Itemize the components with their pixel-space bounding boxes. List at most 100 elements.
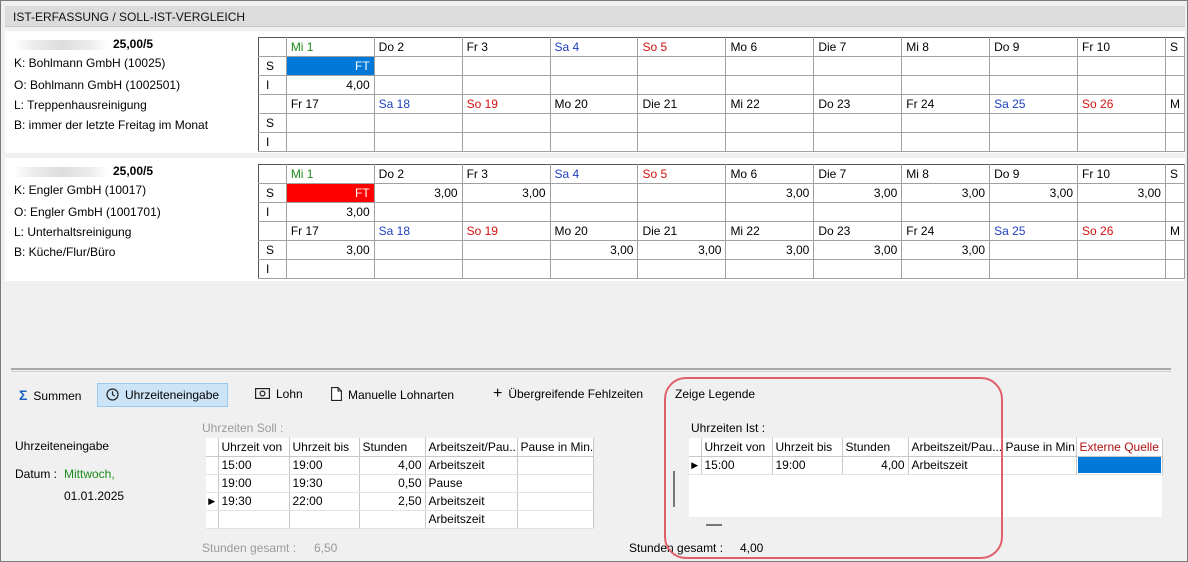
column-header[interactable]: Uhrzeit bis bbox=[289, 438, 360, 457]
schedule-cell[interactable]: 3,00 bbox=[461, 183, 551, 203]
table-cell[interactable]: Pause bbox=[425, 474, 518, 493]
tab-uebergreifende-fehlzeiten[interactable]: + Übergreifende Fehlzeiten bbox=[485, 383, 651, 407]
table-cell[interactable]: Arbeitszeit bbox=[425, 510, 518, 529]
schedule-cell[interactable] bbox=[1164, 132, 1185, 152]
schedule-cell[interactable] bbox=[989, 113, 1079, 133]
schedule-cell[interactable]: 3,00 bbox=[725, 183, 815, 203]
schedule-cell[interactable] bbox=[373, 202, 463, 222]
schedule-cell[interactable] bbox=[637, 56, 727, 76]
tab-summen[interactable]: Σ Summen bbox=[11, 383, 89, 407]
table-cell[interactable]: 19:00 bbox=[218, 474, 290, 493]
column-header[interactable]: Externe Quelle bbox=[1076, 438, 1163, 457]
schedule-cell[interactable] bbox=[989, 259, 1079, 279]
table-cell[interactable] bbox=[1002, 456, 1077, 475]
table-cell[interactable]: 15:00 bbox=[218, 456, 290, 475]
table-row[interactable]: ▶ 19:30 22:00 2,50 Arbeitszeit bbox=[206, 492, 594, 511]
schedule-cell[interactable] bbox=[1077, 240, 1166, 260]
column-header[interactable]: Stunden bbox=[842, 438, 909, 457]
schedule-cell[interactable] bbox=[285, 259, 375, 279]
table-cell[interactable]: 0,50 bbox=[359, 474, 426, 493]
show-legend-button[interactable]: Zeige Legende bbox=[667, 383, 763, 407]
vertical-scrollbar[interactable] bbox=[673, 471, 675, 507]
schedule-cell[interactable] bbox=[373, 75, 463, 95]
schedule-cell[interactable]: 3,00 bbox=[373, 183, 463, 203]
schedule-cell[interactable] bbox=[373, 56, 463, 76]
schedule-cell[interactable] bbox=[901, 132, 991, 152]
schedule-cell[interactable] bbox=[1164, 259, 1185, 279]
schedule-cell[interactable] bbox=[549, 132, 639, 152]
schedule-cell[interactable]: 3,00 bbox=[901, 183, 991, 203]
schedule-cell[interactable] bbox=[1164, 183, 1185, 203]
schedule-cell[interactable]: 3,00 bbox=[813, 183, 903, 203]
tab-uhrzeiteneingabe[interactable]: Uhrzeiteneingabe bbox=[97, 383, 229, 407]
schedule-cell[interactable] bbox=[813, 202, 903, 222]
table-cell[interactable]: 4,00 bbox=[842, 456, 909, 475]
schedule-cell[interactable] bbox=[989, 56, 1079, 76]
table-cell[interactable]: Arbeitszeit bbox=[425, 492, 518, 511]
table-cell[interactable]: 19:30 bbox=[218, 492, 290, 511]
schedule-cell[interactable] bbox=[461, 75, 551, 95]
table-cell[interactable]: 4,00 bbox=[359, 456, 426, 475]
schedule-cell[interactable]: 3,00 bbox=[813, 240, 903, 260]
schedule-cell[interactable] bbox=[461, 259, 551, 279]
table-cell[interactable]: 22:00 bbox=[289, 492, 360, 511]
schedule-cell[interactable]: 3,00 bbox=[725, 240, 815, 260]
table-cell[interactable] bbox=[359, 510, 426, 529]
column-header[interactable]: Uhrzeit von bbox=[701, 438, 773, 457]
schedule-cell[interactable]: 3,00 bbox=[637, 240, 727, 260]
schedule-cell[interactable] bbox=[373, 113, 463, 133]
schedule-cell[interactable] bbox=[637, 132, 727, 152]
schedule-cell[interactable] bbox=[725, 75, 815, 95]
schedule-cell[interactable] bbox=[725, 259, 815, 279]
schedule-cell[interactable] bbox=[285, 132, 375, 152]
table-cell[interactable] bbox=[517, 474, 594, 493]
schedule-cell[interactable] bbox=[549, 75, 639, 95]
schedule-cell[interactable]: FT bbox=[285, 183, 375, 203]
table-cell[interactable]: Arbeitszeit bbox=[908, 456, 1003, 475]
schedule-cell[interactable] bbox=[1164, 75, 1185, 95]
schedule-cell[interactable] bbox=[725, 202, 815, 222]
schedule-cell[interactable] bbox=[549, 183, 639, 203]
schedule-cell[interactable] bbox=[725, 132, 815, 152]
schedule-cell[interactable] bbox=[901, 56, 991, 76]
schedule-cell[interactable] bbox=[549, 259, 639, 279]
schedule-cell[interactable] bbox=[1164, 113, 1185, 133]
table-cell[interactable] bbox=[517, 456, 594, 475]
schedule-cell[interactable]: FT bbox=[285, 56, 375, 76]
schedule-cell[interactable] bbox=[461, 113, 551, 133]
schedule-cell[interactable]: 3,00 bbox=[285, 240, 375, 260]
schedule-cell[interactable] bbox=[373, 240, 463, 260]
schedule-cell[interactable] bbox=[549, 202, 639, 222]
column-header[interactable]: Stunden bbox=[359, 438, 426, 457]
schedule-cell[interactable]: 3,00 bbox=[1077, 183, 1166, 203]
schedule-cell[interactable] bbox=[637, 259, 727, 279]
schedule-cell[interactable] bbox=[1077, 132, 1166, 152]
schedule-cell[interactable] bbox=[901, 259, 991, 279]
schedule-cell[interactable] bbox=[1077, 259, 1166, 279]
schedule-cell[interactable] bbox=[813, 56, 903, 76]
column-header[interactable]: Uhrzeit bis bbox=[772, 438, 843, 457]
schedule-cell[interactable] bbox=[989, 202, 1079, 222]
schedule-cell[interactable]: 3,00 bbox=[549, 240, 639, 260]
table-cell[interactable] bbox=[517, 510, 594, 529]
table-cell[interactable]: 19:00 bbox=[289, 456, 360, 475]
schedule-cell[interactable] bbox=[373, 259, 463, 279]
schedule-cell[interactable] bbox=[461, 132, 551, 152]
column-header[interactable]: Arbeitszeit/Pau... bbox=[425, 438, 518, 457]
column-header[interactable]: Pause in Min. bbox=[517, 438, 594, 457]
table-cell[interactable]: 2,50 bbox=[359, 492, 426, 511]
schedule-cell[interactable]: 3,00 bbox=[989, 183, 1079, 203]
table-cell[interactable] bbox=[218, 510, 290, 529]
table-cell[interactable] bbox=[1076, 456, 1163, 475]
schedule-cell[interactable] bbox=[1077, 75, 1166, 95]
schedule-cell[interactable] bbox=[1164, 240, 1185, 260]
schedule-cell[interactable] bbox=[901, 113, 991, 133]
schedule-cell[interactable] bbox=[549, 56, 639, 76]
schedule-cell[interactable]: 3,00 bbox=[285, 202, 375, 222]
schedule-cell[interactable] bbox=[637, 113, 727, 133]
schedule-cell[interactable] bbox=[461, 56, 551, 76]
schedule-cell[interactable] bbox=[461, 202, 551, 222]
schedule-cell[interactable] bbox=[813, 75, 903, 95]
schedule-cell[interactable] bbox=[901, 202, 991, 222]
schedule-cell[interactable] bbox=[989, 240, 1079, 260]
